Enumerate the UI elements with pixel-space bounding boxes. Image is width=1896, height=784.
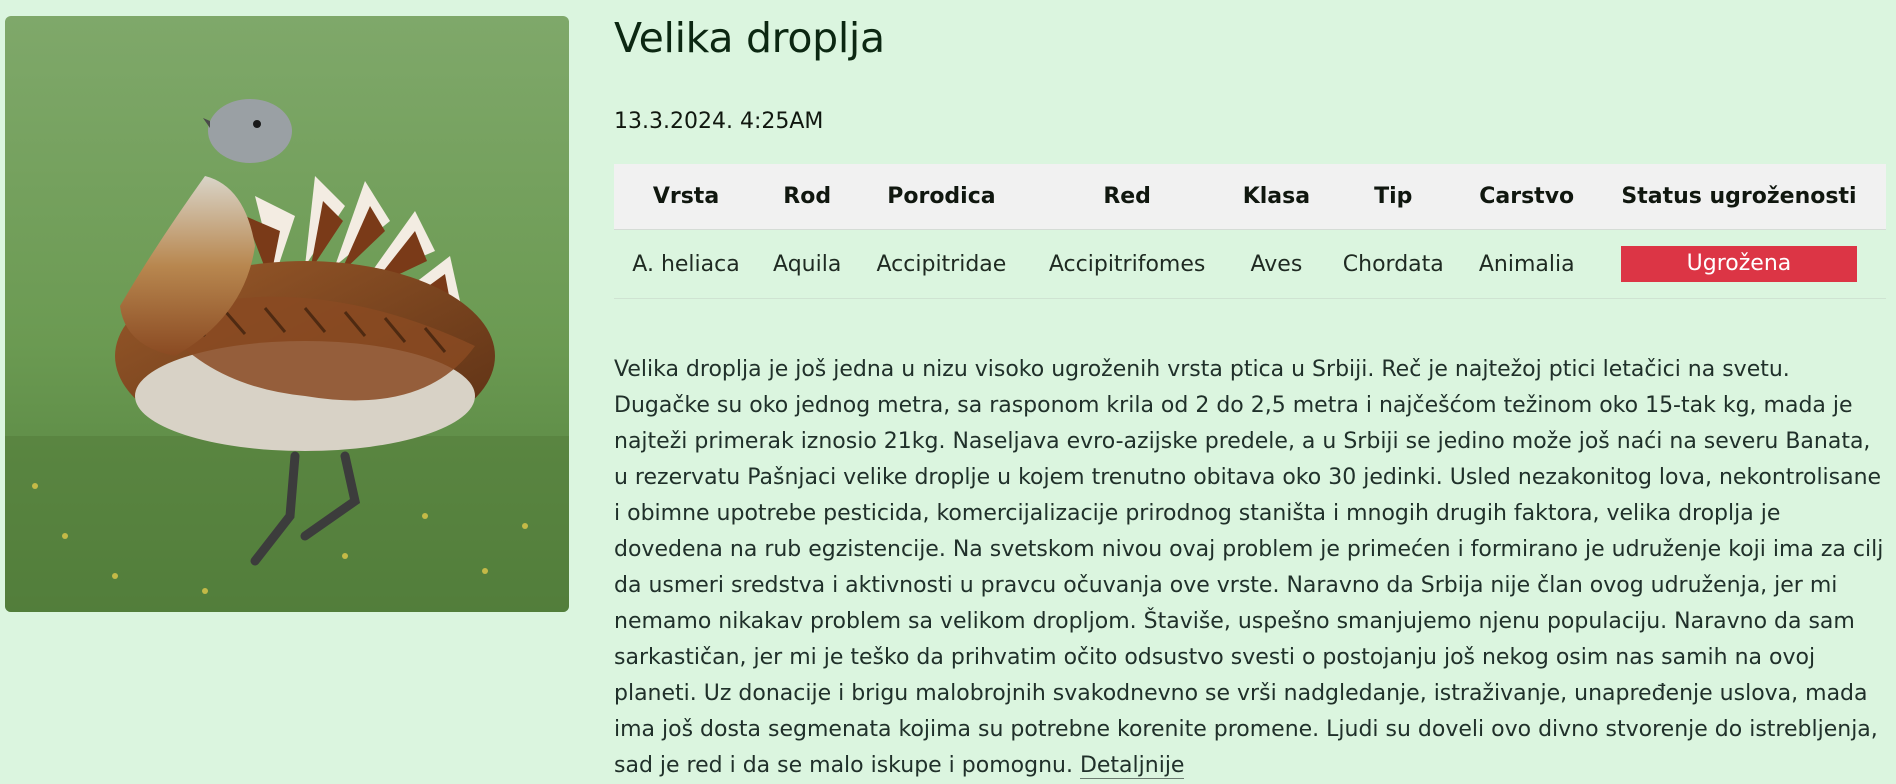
taxonomy-table: Vrsta Rod Porodica Red Klasa Tip Carstvo… — [614, 164, 1886, 299]
status-badge: Ugrožena — [1620, 246, 1857, 282]
cell-porodica: Accipitridae — [856, 229, 1027, 299]
description-text: Velika droplja je još jedna u nizu visok… — [614, 357, 1884, 778]
column-header-vrsta: Vrsta — [614, 164, 759, 230]
table-row: A. heliaca Aquila Accipitridae Accipitri… — [614, 229, 1886, 299]
cell-status: Ugrožena — [1591, 229, 1886, 299]
cell-carstvo: Animalia — [1461, 229, 1592, 299]
description: Velika droplja je još jedna u nizu visok… — [614, 352, 1886, 784]
bird-detail-page: Velika droplja 13.3.2024. 4:25AM Vrsta R… — [0, 0, 1896, 779]
cell-rod: Aquila — [758, 229, 857, 299]
column-header-rod: Rod — [758, 164, 857, 230]
page-title: Velika droplja — [614, 14, 885, 62]
column-header-tip: Tip — [1325, 164, 1462, 230]
column-header-red: Red — [1026, 164, 1228, 230]
details-link[interactable]: Detaljnije — [1079, 753, 1185, 779]
bird-photo — [5, 16, 569, 612]
cell-red: Accipitrifomes — [1026, 229, 1228, 299]
post-date: 13.3.2024. 4:25AM — [614, 109, 824, 134]
cell-klasa: Aves — [1227, 229, 1326, 299]
column-header-porodica: Porodica — [856, 164, 1027, 230]
cell-tip: Chordata — [1325, 229, 1462, 299]
column-header-carstvo: Carstvo — [1461, 164, 1592, 230]
column-header-klasa: Klasa — [1227, 164, 1326, 230]
column-header-status: Status ugroženosti — [1591, 164, 1886, 230]
table-header-row: Vrsta Rod Porodica Red Klasa Tip Carstvo… — [614, 164, 1886, 230]
cell-vrsta: A. heliaca — [614, 229, 759, 299]
